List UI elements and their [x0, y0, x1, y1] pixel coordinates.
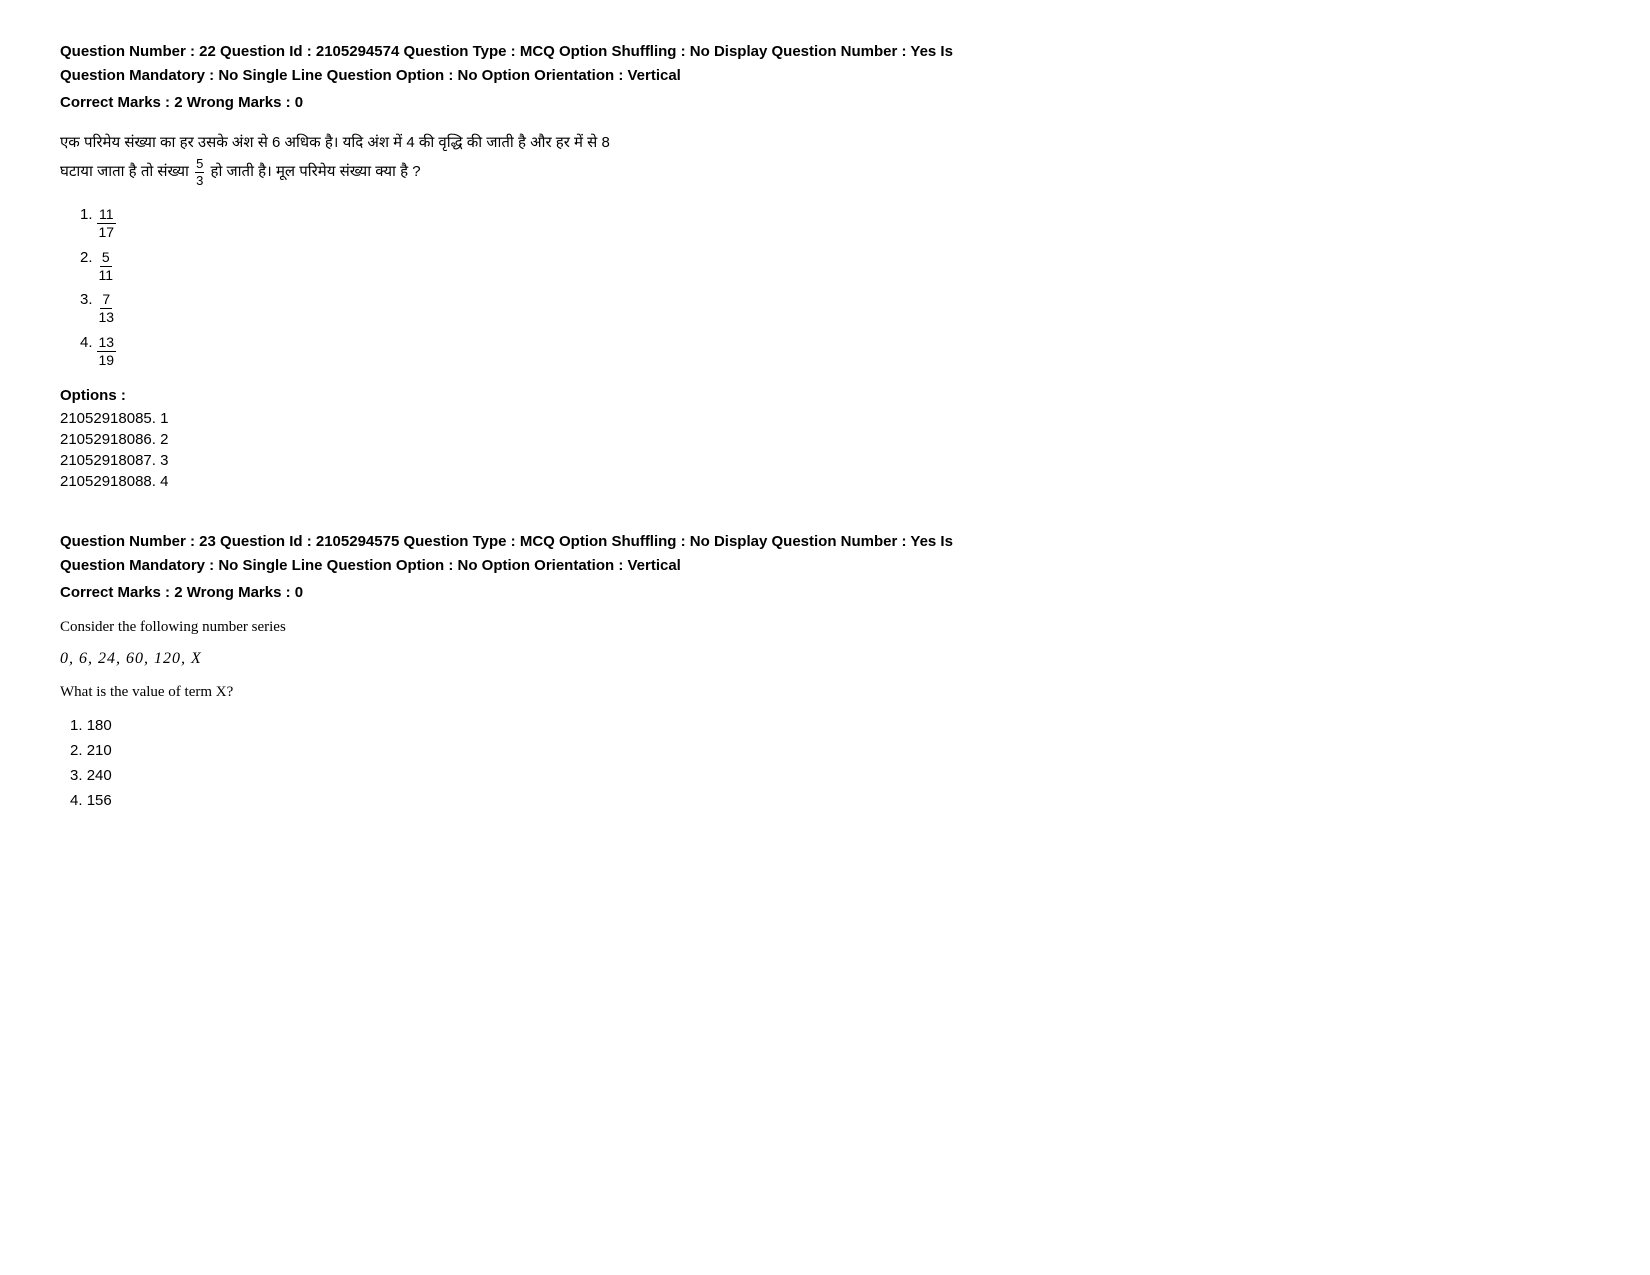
option-22-3[interactable]: 3. 7 13	[80, 291, 1590, 326]
question-22-inline-fraction: 5 3	[195, 156, 204, 188]
frac-22-1-num: 11	[97, 206, 116, 224]
question-23-meta: Question Number : 23 Question Id : 21052…	[60, 530, 1590, 578]
frac-22-3-num: 7	[100, 291, 112, 309]
question-22-meta: Question Number : 22 Question Id : 21052…	[60, 40, 1590, 88]
frac-22-1-den: 17	[97, 224, 117, 241]
question-22-frac-den: 3	[195, 173, 204, 189]
question-23-meta-line1: Question Number : 23 Question Id : 21052…	[60, 530, 1590, 554]
question-23-marks: Correct Marks : 2 Wrong Marks : 0	[60, 584, 1590, 601]
option-22-2[interactable]: 2. 5 11	[80, 249, 1590, 284]
option-id-22-2: 21052918086. 2	[60, 431, 1590, 448]
option-id-22-3: 21052918087. 3	[60, 452, 1590, 469]
question-22: Question Number : 22 Question Id : 21052…	[60, 40, 1590, 490]
question-22-text: एक परिमेय संख्या का हर उसके अंश से 6 अधि…	[60, 129, 1590, 188]
question-23-options-list: 1. 180 2. 210 3. 240 4. 156	[70, 717, 1590, 809]
option-23-4-num: 4.	[70, 792, 87, 809]
question-22-hindi-1: एक परिमेय संख्या का हर उसके अंश से 6 अधि…	[60, 134, 610, 151]
option-23-4[interactable]: 4. 156	[70, 792, 1590, 809]
fraction-22-2: 5 11	[97, 249, 116, 284]
question-22-options-list: 1. 11 17 2. 5 11 3. 7 13 4. 13 19	[80, 206, 1590, 368]
option-23-1-num: 1.	[70, 717, 87, 734]
question-23-intro: Consider the following number series	[60, 619, 1590, 636]
option-id-22-4: 21052918088. 4	[60, 473, 1590, 490]
fraction-22-3: 7 13	[97, 291, 117, 326]
question-22-meta-line1: Question Number : 22 Question Id : 21052…	[60, 40, 1590, 64]
question-22-frac-num: 5	[195, 156, 204, 173]
question-22-hindi-3: हो जाती है। मूल परिमेय संख्या क्या है ?	[211, 163, 421, 180]
option-23-1[interactable]: 1. 180	[70, 717, 1590, 734]
option-id-22-1: 21052918085. 1	[60, 410, 1590, 427]
option-23-2-val: 210	[87, 742, 112, 759]
question-23-question: What is the value of term X?	[60, 684, 1590, 701]
option-23-3-val: 240	[87, 767, 112, 784]
option-22-4[interactable]: 4. 13 19	[80, 334, 1590, 369]
option-23-4-val: 156	[87, 792, 112, 809]
question-23: Question Number : 23 Question Id : 21052…	[60, 530, 1590, 809]
question-23-series: 0, 6, 24, 60, 120, X	[60, 650, 1590, 668]
question-23-meta-line2: Question Mandatory : No Single Line Ques…	[60, 554, 1590, 578]
fraction-22-1: 11 17	[97, 206, 117, 241]
option-23-3-num: 3.	[70, 767, 87, 784]
option-22-1[interactable]: 1. 11 17	[80, 206, 1590, 241]
question-22-options-section: Options : 21052918085. 1 21052918086. 2 …	[60, 387, 1590, 490]
frac-22-4-num: 13	[97, 334, 117, 352]
option-23-2-num: 2.	[70, 742, 87, 759]
option-23-3[interactable]: 3. 240	[70, 767, 1590, 784]
question-22-hindi-2: घटाया जाता है तो संख्या	[60, 163, 189, 180]
frac-22-2-num: 5	[100, 249, 112, 267]
frac-22-3-den: 13	[97, 309, 117, 326]
frac-22-2-den: 11	[97, 267, 116, 284]
question-22-marks: Correct Marks : 2 Wrong Marks : 0	[60, 94, 1590, 111]
question-22-options-label: Options :	[60, 387, 1590, 404]
fraction-22-4: 13 19	[97, 334, 117, 369]
option-23-1-val: 180	[87, 717, 112, 734]
question-22-meta-line2: Question Mandatory : No Single Line Ques…	[60, 64, 1590, 88]
frac-22-4-den: 19	[97, 352, 117, 369]
option-23-2[interactable]: 2. 210	[70, 742, 1590, 759]
